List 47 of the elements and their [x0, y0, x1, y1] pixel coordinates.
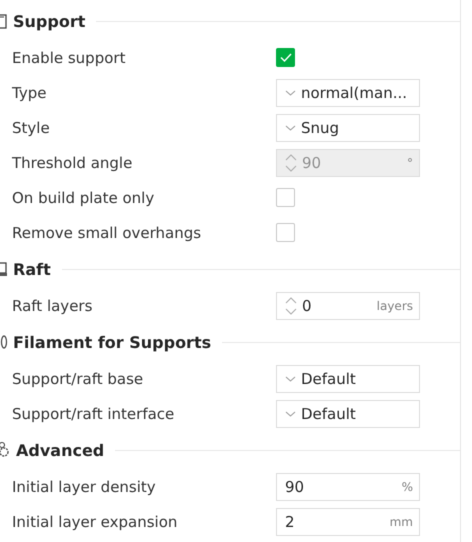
unit-label: ° — [407, 156, 413, 170]
setting-label: Type — [12, 84, 48, 102]
setting-label: Enable support — [12, 48, 126, 66]
setting-label: Threshold angle — [12, 154, 134, 172]
gears-icon — [0, 441, 11, 459]
support-icon — [0, 12, 8, 30]
field-value: 90 — [285, 478, 306, 496]
setting-label: Initial layer expansion — [12, 512, 178, 530]
dropdown[interactable]: Default — [276, 400, 420, 428]
dropdown-value: Default — [301, 370, 357, 388]
chevron-down-icon — [285, 376, 296, 382]
chevron-down-icon — [285, 124, 296, 130]
dropdown[interactable]: Default — [276, 364, 420, 392]
setting-label: On build plate only — [12, 188, 156, 206]
number-field[interactable]: 90 % — [276, 472, 420, 500]
section-title: Filament for Supports — [13, 332, 212, 352]
setting-label: Style — [12, 118, 51, 136]
setting-label: Support/raft interface — [12, 404, 176, 422]
unit-label: % — [402, 480, 413, 494]
dropdown[interactable]: normal(man... — [276, 78, 420, 106]
checkmark-icon — [280, 53, 292, 62]
dropdown-value: normal(man... — [301, 84, 408, 102]
dropdown-value: Default — [301, 404, 357, 422]
setting-label: Support/raft base — [12, 370, 144, 388]
setting-label: Remove small overhangs — [12, 224, 202, 242]
section-title: Advanced — [16, 440, 104, 460]
section-title: Raft — [13, 260, 51, 278]
checkbox[interactable] — [276, 48, 295, 67]
dropdown-value: Snug — [301, 118, 340, 136]
spin-field[interactable]: 0 layers — [276, 292, 420, 320]
field-value: 90 — [302, 154, 322, 172]
chevron-down-icon — [285, 410, 296, 416]
dropdown[interactable]: Snug — [276, 114, 420, 142]
unit-label: layers — [376, 298, 413, 312]
field-value: 2 — [285, 512, 296, 530]
spool-icon — [0, 333, 8, 351]
section-title: Support — [13, 12, 86, 30]
spin-arrows-icon[interactable] — [285, 296, 297, 316]
raft-icon — [0, 260, 8, 278]
unit-label: mm — [390, 514, 413, 528]
setting-label: Initial layer density — [12, 478, 157, 496]
number-field[interactable]: 2 mm — [276, 508, 420, 536]
chevron-down-icon — [285, 90, 296, 96]
checkbox[interactable] — [276, 188, 295, 207]
setting-label: Raft layers — [12, 296, 94, 314]
checkbox[interactable] — [276, 223, 295, 242]
field-value: 0 — [302, 296, 313, 314]
